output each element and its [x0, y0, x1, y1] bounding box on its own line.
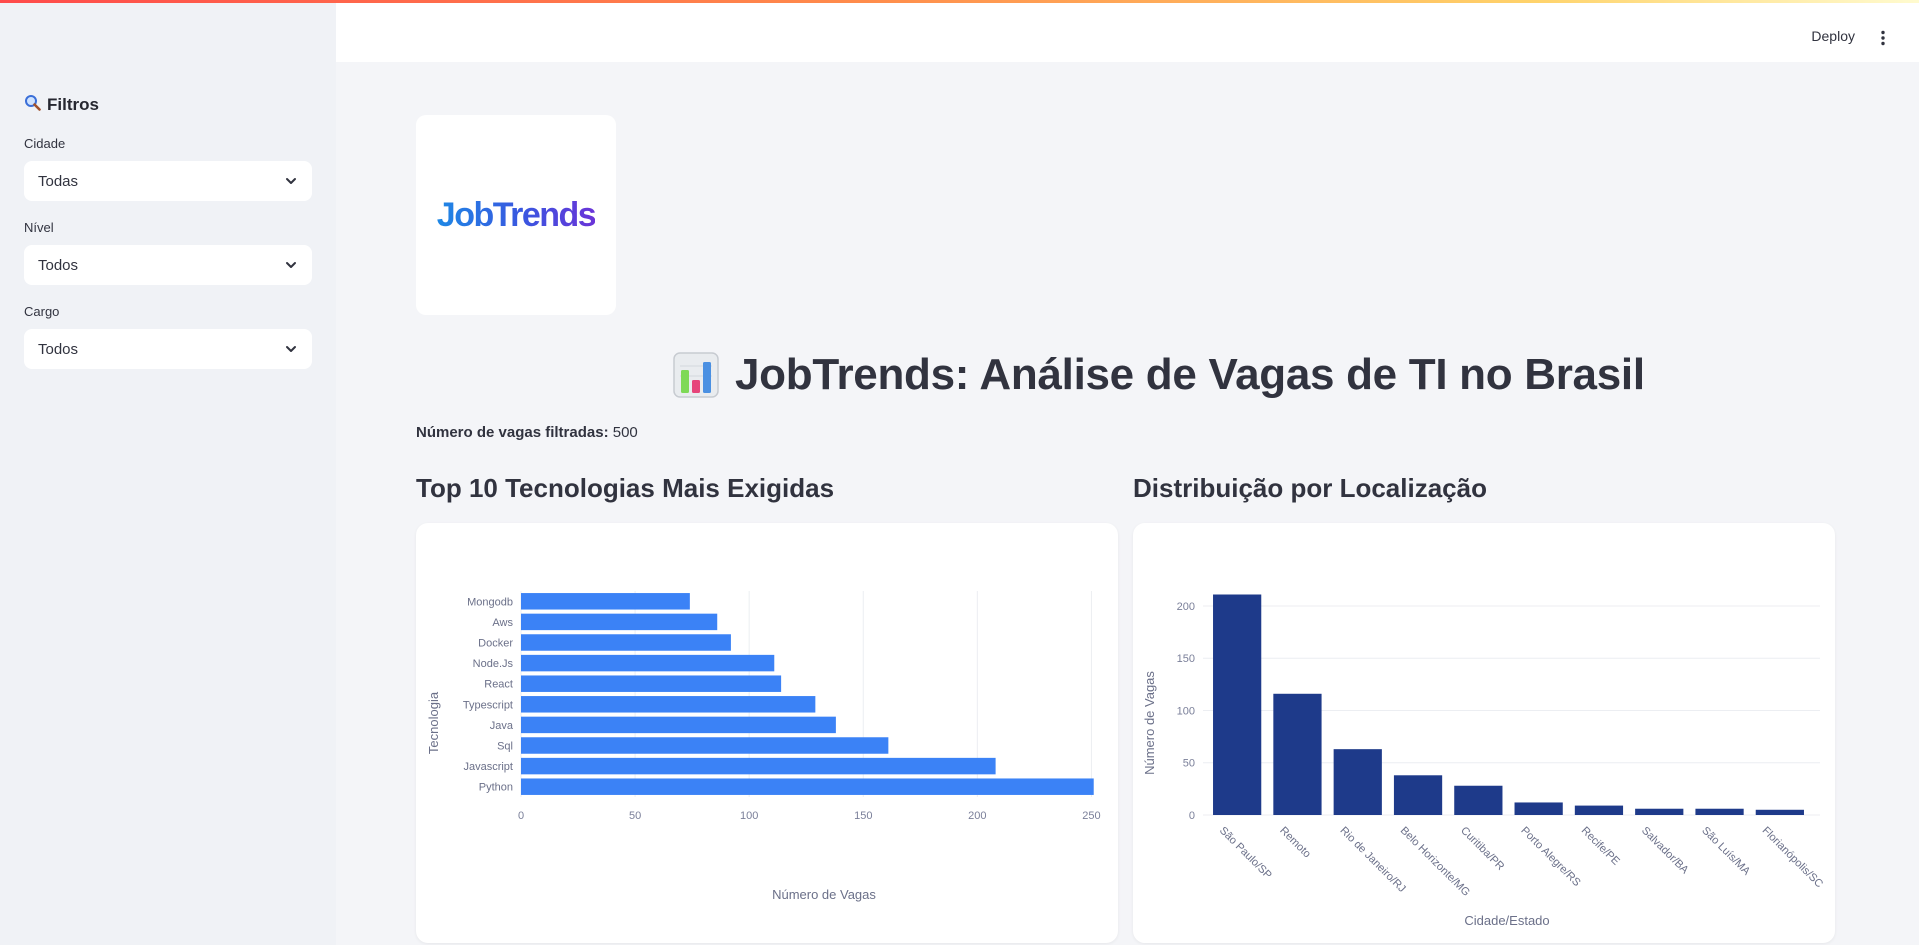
level-select-value: Todos: [38, 256, 79, 274]
bar[interactable]: [1333, 749, 1382, 815]
y-tick-label: Mongodb: [467, 596, 513, 608]
x-axis-title: Cidade/Estado: [1464, 913, 1549, 928]
magnifier-icon: [24, 94, 41, 115]
bar-chart-icon: [673, 352, 719, 398]
bar[interactable]: [1574, 805, 1624, 815]
page-title: JobTrends: Análise de Vagas de TI no Bra…: [673, 350, 1645, 400]
y-axis-title: Tecnologia: [426, 691, 441, 754]
location-chart-card: 0 50 100 150 200 São Paulo/SP Remoto Rio de Ja…: [1133, 523, 1835, 943]
bar[interactable]: [1454, 785, 1503, 815]
role-select-value: Todos: [38, 340, 79, 358]
deploy-button[interactable]: Deploy: [1811, 28, 1855, 44]
x-axis-title: Número de Vagas: [772, 887, 876, 902]
jobtrends-logo: JobTrends: [436, 195, 597, 234]
bar[interactable]: [521, 737, 889, 754]
technologies-section-title: Top 10 Tecnologias Mais Exigidas: [416, 473, 835, 503]
bar[interactable]: [1695, 808, 1744, 815]
x-tick-label: Florianópolis/SC: [1760, 825, 1826, 891]
level-filter-label: Nível: [24, 220, 54, 235]
location-section-title: Distribuição por Localização: [1133, 473, 1487, 503]
y-tick-label: Javascript: [463, 761, 513, 773]
city-filter-label: Cidade: [24, 136, 66, 151]
more-options-icon[interactable]: [1880, 30, 1886, 46]
technologies-bar-chart: Python Javascript Sql Java Typescript React No…: [426, 591, 1101, 902]
bar[interactable]: [521, 675, 782, 692]
y-tick-label: Java: [490, 720, 514, 732]
role-filter-label: Cargo: [24, 304, 60, 319]
level-select[interactable]: Todos: [24, 245, 312, 285]
chevron-down-icon: [286, 262, 296, 268]
sidebar-title-text: Filtros: [47, 94, 99, 114]
y-tick-label: Node.Js: [473, 658, 514, 670]
bar[interactable]: [1514, 802, 1563, 815]
top-decoration-line: [0, 0, 1919, 3]
bar[interactable]: [521, 696, 816, 713]
bar[interactable]: [521, 634, 731, 651]
y-tick-label: 200: [1177, 601, 1195, 613]
bar[interactable]: [521, 778, 1094, 795]
bar[interactable]: [521, 654, 775, 672]
top-header: Deploy: [336, 0, 1919, 62]
x-tick-label: Rio de Janeiro/RJ: [1338, 825, 1408, 895]
filtered-count-value: 500: [612, 424, 638, 441]
x-tick-label: 250: [1082, 810, 1100, 822]
city-select[interactable]: Todas: [24, 161, 312, 201]
y-tick-label: 150: [1177, 653, 1195, 665]
x-tick-label: São Paulo/SP: [1217, 825, 1274, 882]
sidebar: Filtros Cidade Todas Nível Todos Cargo T…: [0, 0, 336, 945]
y-tick-label: React: [484, 679, 513, 691]
sidebar-title: Filtros: [24, 94, 99, 115]
page-title-text: JobTrends: Análise de Vagas de TI no Bra…: [735, 350, 1645, 399]
y-tick-label: 0: [1189, 810, 1195, 822]
y-axis-title: Número de Vagas: [1142, 671, 1157, 775]
y-tick-label: 50: [1183, 758, 1195, 770]
bar[interactable]: [521, 593, 690, 610]
logo-card: JobTrends: [416, 115, 616, 315]
x-tick-label: Porto Alegre/RS: [1518, 825, 1582, 889]
x-tick-label: 100: [740, 810, 758, 822]
city-select-value: Todas: [38, 172, 79, 190]
bar[interactable]: [521, 757, 996, 775]
location-bar-chart: 0 50 100 150 200 São Paulo/SP Remoto Rio de Ja…: [1142, 594, 1826, 928]
technologies-chart-card: Python Javascript Sql Java Typescript React No…: [416, 523, 1118, 943]
x-tick-label: 0: [518, 810, 524, 822]
x-tick-label: São Luís/MA: [1699, 825, 1752, 878]
bar[interactable]: [1273, 693, 1322, 815]
chevron-down-icon: [286, 346, 296, 352]
chevron-down-icon: [286, 178, 296, 184]
y-tick-label: Aws: [492, 617, 513, 629]
filtered-count: Número de vagas filtradas: 500: [416, 424, 638, 441]
bar[interactable]: [1755, 809, 1804, 815]
x-tick-label: Recife/PE: [1579, 825, 1622, 868]
x-tick-label: Remoto: [1277, 825, 1313, 861]
bar[interactable]: [1213, 594, 1262, 815]
y-tick-label: Python: [479, 782, 513, 794]
role-select[interactable]: Todos: [24, 329, 312, 369]
x-tick-label: 150: [854, 810, 872, 822]
x-tick-label: Curitiba/PR: [1458, 825, 1506, 873]
x-tick-label: 50: [629, 810, 641, 822]
bar[interactable]: [1393, 775, 1443, 815]
filtered-count-label: Número de vagas filtradas:: [416, 424, 609, 441]
bar[interactable]: [1635, 808, 1684, 815]
y-tick-label: 100: [1177, 705, 1195, 717]
y-tick-label: Docker: [478, 638, 513, 650]
y-tick-label: Sql: [497, 741, 513, 753]
x-tick-label: Salvador/BA: [1639, 825, 1691, 877]
bar[interactable]: [521, 613, 718, 631]
y-tick-label: Typescript: [463, 699, 513, 711]
x-tick-label: 200: [968, 810, 986, 822]
bar[interactable]: [521, 716, 836, 734]
